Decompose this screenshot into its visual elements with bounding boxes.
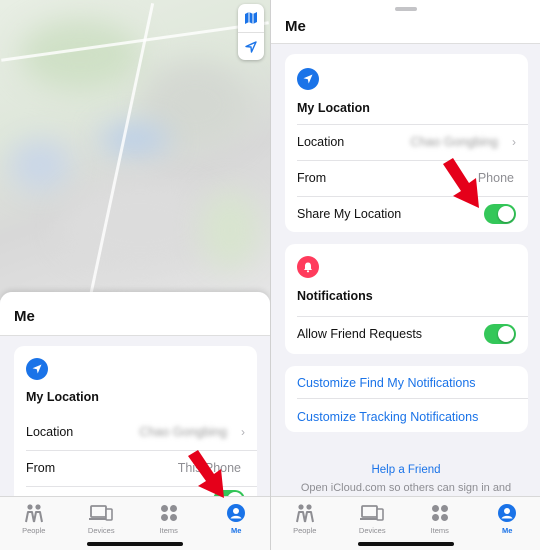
tab-label: Items: [159, 526, 178, 535]
row-divider: [297, 160, 528, 161]
location-row[interactable]: Location Chao Gongbing ›: [14, 414, 257, 450]
my-location-heading: My Location: [26, 390, 99, 404]
people-icon: [22, 502, 46, 524]
left-screen: Me My Location Location Chao Gongbing › …: [0, 0, 270, 550]
from-row: From Phone: [285, 160, 528, 196]
people-icon: [293, 502, 317, 524]
me-sheet-expanded: Me My Location Location Chao Gongbing › …: [271, 0, 540, 498]
notifications-heading: Notifications: [297, 289, 373, 303]
location-arrow-icon: [245, 40, 257, 53]
location-arrow-icon: [26, 358, 48, 380]
bell-icon: [297, 256, 319, 278]
help-description: Open iCloud.com so others can sign in an…: [300, 482, 512, 494]
tab-me[interactable]: Me: [474, 497, 540, 550]
location-value: Chao Gongbing: [410, 135, 498, 149]
map-water-area-2: [100, 125, 170, 153]
share-location-label: Share My Location: [297, 207, 402, 221]
row-divider: [297, 196, 528, 197]
location-row[interactable]: Location Chao Gongbing ›: [285, 124, 528, 160]
notifications-card: Notifications Allow Friend Requests: [285, 244, 528, 354]
map-controls: [238, 4, 264, 60]
location-arrow-icon: [297, 68, 319, 90]
tab-label: Items: [430, 526, 449, 535]
map-green-area: [200, 190, 260, 270]
sheet-header: Me: [271, 0, 540, 44]
share-location-row: Share My Location: [285, 196, 528, 232]
tab-label: People: [293, 526, 317, 535]
tab-label: People: [22, 526, 46, 535]
notification-links-card: Customize Find My Notifications Customiz…: [285, 366, 528, 432]
location-label: Location: [26, 425, 74, 439]
map-icon: [245, 12, 257, 24]
row-divider: [297, 316, 528, 317]
tab-label: Me: [231, 526, 242, 535]
map-water-area: [10, 140, 70, 190]
customize-find-my-notifications-link[interactable]: Customize Find My Notifications: [297, 376, 476, 390]
help-a-friend-link[interactable]: Help a Friend: [271, 464, 540, 476]
from-label: From: [26, 461, 56, 475]
map-mode-button[interactable]: [238, 4, 264, 32]
home-indicator: [87, 542, 183, 546]
me-icon: [495, 502, 519, 524]
map-urban-area: [60, 180, 220, 270]
right-screen: Me My Location Location Chao Gongbing › …: [270, 0, 540, 550]
chevron-right-icon: ›: [512, 135, 516, 149]
location-value: Chao Gongbing: [139, 425, 227, 439]
friend-requests-label: Allow Friend Requests: [297, 327, 423, 341]
items-icon: [428, 502, 452, 524]
devices-icon: [360, 502, 385, 524]
red-arrow-icon: [188, 450, 224, 498]
map-view[interactable]: [0, 0, 270, 300]
tab-label: Devices: [87, 526, 115, 535]
friend-requests-row: Allow Friend Requests: [285, 316, 528, 352]
sheet-grabber[interactable]: [395, 7, 417, 11]
tab-people[interactable]: People: [0, 497, 68, 550]
from-label: From: [297, 171, 327, 185]
tab-bar: People Devices Items Me: [271, 496, 540, 550]
customize-tracking-notifications-link[interactable]: Customize Tracking Notifications: [297, 410, 478, 424]
chevron-right-icon: ›: [241, 425, 245, 439]
row-divider: [297, 398, 528, 399]
me-icon: [224, 502, 248, 524]
friend-requests-toggle[interactable]: [484, 324, 516, 344]
tab-label: Devices: [358, 526, 386, 535]
sheet-title: Me: [14, 308, 35, 325]
my-location-heading: My Location: [297, 101, 370, 115]
track-location-button[interactable]: [238, 32, 264, 60]
my-location-card: My Location Location Chao Gongbing › Fro…: [285, 54, 528, 232]
devices-icon: [89, 502, 114, 524]
tab-label: Me: [502, 526, 513, 535]
tab-me[interactable]: Me: [203, 497, 271, 550]
red-arrow-icon: [443, 158, 479, 208]
home-indicator: [358, 542, 454, 546]
sheet-title: Me: [285, 18, 306, 35]
sheet-header: Me: [0, 292, 270, 336]
location-label: Location: [297, 135, 345, 149]
tab-people[interactable]: People: [271, 497, 339, 550]
tab-bar: People Devices Items Me: [0, 496, 270, 550]
row-divider: [297, 124, 528, 125]
items-icon: [157, 502, 181, 524]
